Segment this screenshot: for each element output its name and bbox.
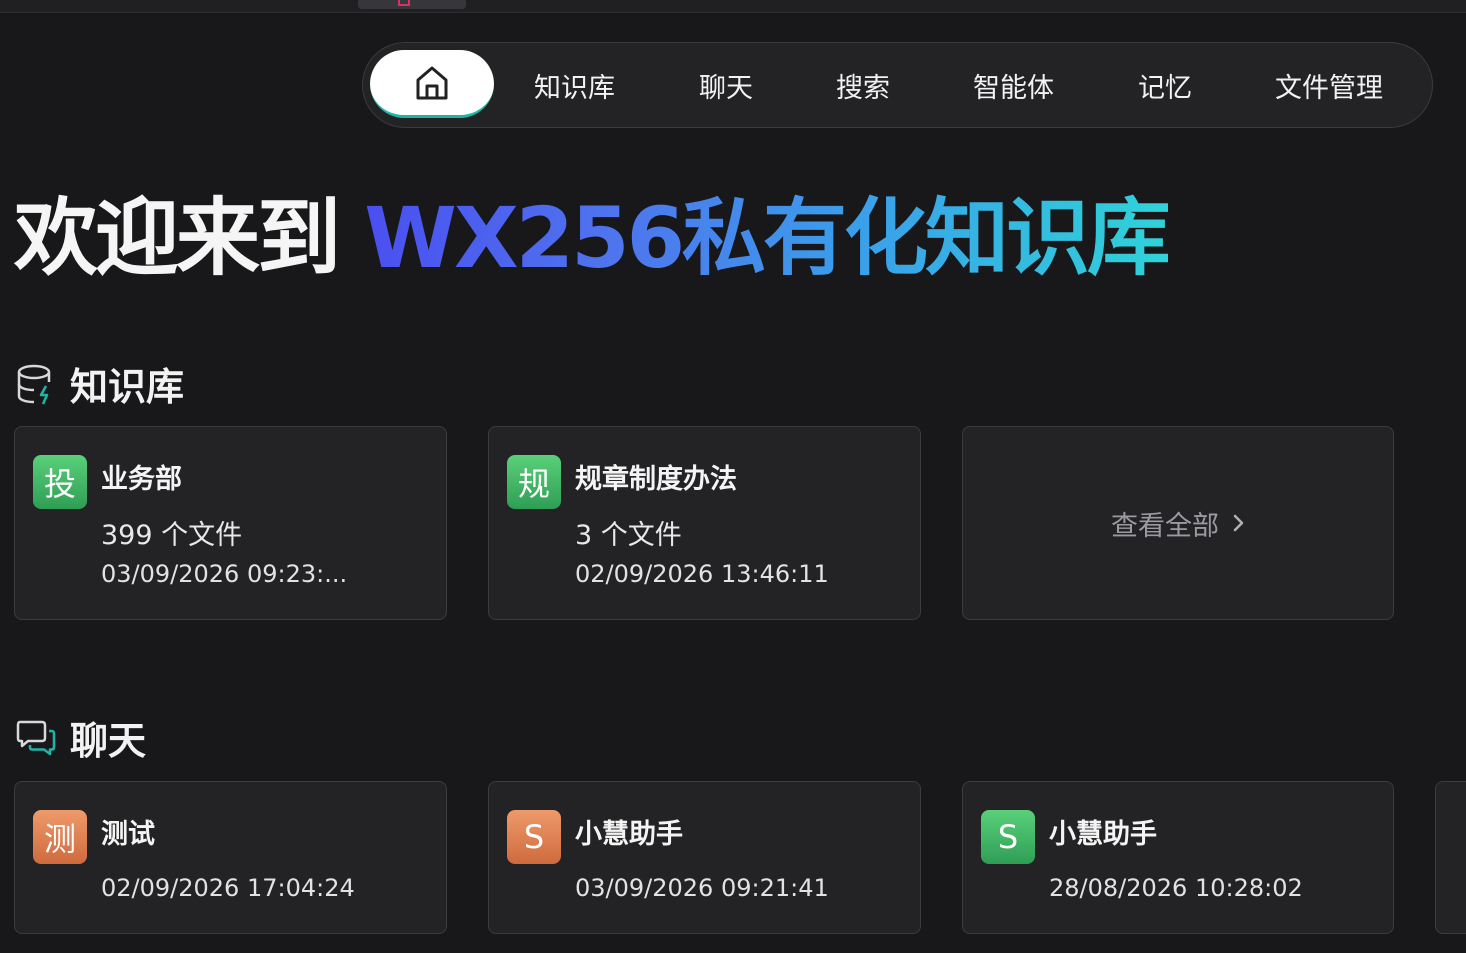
knowledge-card-file-count: 3 个文件 bbox=[575, 520, 682, 551]
chat-card-updated: 28/08/2026 10:28:02 bbox=[1049, 874, 1303, 902]
nav-item-chat[interactable]: 聊天 bbox=[699, 43, 753, 127]
knowledge-card[interactable]: 规 规章制度办法 3 个文件 02/09/2026 13:46:11 bbox=[488, 426, 921, 620]
knowledge-card-title: 业务部 bbox=[101, 464, 182, 495]
knowledge-card-updated: 03/09/2026 09:23:... bbox=[101, 560, 348, 588]
chat-badge: S bbox=[507, 810, 561, 864]
hero-title: 欢迎来到 WX256私有化知识库 bbox=[14, 188, 1171, 288]
nav-item-agents[interactable]: 智能体 bbox=[973, 43, 1054, 127]
chat-card-title: 小慧助手 bbox=[575, 819, 683, 850]
nav-item-file-management[interactable]: 文件管理 bbox=[1275, 43, 1383, 127]
chat-card-title: 测试 bbox=[101, 819, 155, 850]
chat-section-heading: 聊天 bbox=[16, 710, 146, 765]
knowledge-card-updated: 02/09/2026 13:46:11 bbox=[575, 560, 829, 588]
knowledge-section-heading: 知识库 bbox=[16, 356, 184, 411]
nav-home-button[interactable] bbox=[370, 50, 494, 118]
app-page: 知识库 聊天 搜索 智能体 记忆 文件管理 欢迎来到 WX256私有化知识库 知… bbox=[0, 0, 1466, 953]
nav-item-search[interactable]: 搜索 bbox=[836, 43, 890, 127]
chat-icon bbox=[16, 716, 56, 760]
knowledge-card-file-count: 399 个文件 bbox=[101, 520, 243, 551]
chat-card[interactable]: S 小慧助手 28/08/2026 10:28:02 bbox=[962, 781, 1394, 934]
home-icon bbox=[416, 66, 448, 99]
chat-card[interactable]: S 小慧助手 03/09/2026 09:21:41 bbox=[488, 781, 921, 934]
nav-item-memory[interactable]: 记忆 bbox=[1138, 43, 1192, 127]
chat-card-partial[interactable] bbox=[1435, 781, 1466, 934]
view-all-content: 查看全部 bbox=[963, 427, 1393, 619]
nav-item-knowledge[interactable]: 知识库 bbox=[534, 43, 615, 127]
chevron-right-icon bbox=[1233, 514, 1244, 532]
chat-card[interactable]: 测 测试 02/09/2026 17:04:24 bbox=[14, 781, 447, 934]
view-all-label: 查看全部 bbox=[1111, 510, 1219, 542]
browser-toolbar-strip bbox=[0, 0, 1466, 13]
chat-badge: S bbox=[981, 810, 1035, 864]
view-all-knowledge-button[interactable]: 查看全部 bbox=[962, 426, 1394, 620]
database-icon bbox=[16, 362, 56, 406]
chat-card-title: 小慧助手 bbox=[1049, 819, 1157, 850]
browser-tab-favicon-icon bbox=[398, 0, 410, 6]
knowledge-section-title: 知识库 bbox=[70, 365, 185, 409]
hero-title-prefix: 欢迎来到 bbox=[14, 189, 365, 287]
chat-section-title: 聊天 bbox=[70, 719, 147, 763]
knowledge-card[interactable]: 投 业务部 399 个文件 03/09/2026 09:23:... bbox=[14, 426, 447, 620]
chat-card-updated: 02/09/2026 17:04:24 bbox=[101, 874, 355, 902]
main-nav: 知识库 聊天 搜索 智能体 记忆 文件管理 bbox=[362, 42, 1433, 128]
browser-tab[interactable] bbox=[358, 0, 466, 9]
knowledge-badge: 投 bbox=[33, 455, 87, 509]
knowledge-badge: 规 bbox=[507, 455, 561, 509]
chat-card-updated: 03/09/2026 09:21:41 bbox=[575, 874, 829, 902]
chat-badge: 测 bbox=[33, 810, 87, 864]
hero-title-highlight: WX256私有化知识库 bbox=[364, 189, 1171, 287]
knowledge-card-title: 规章制度办法 bbox=[575, 464, 737, 495]
